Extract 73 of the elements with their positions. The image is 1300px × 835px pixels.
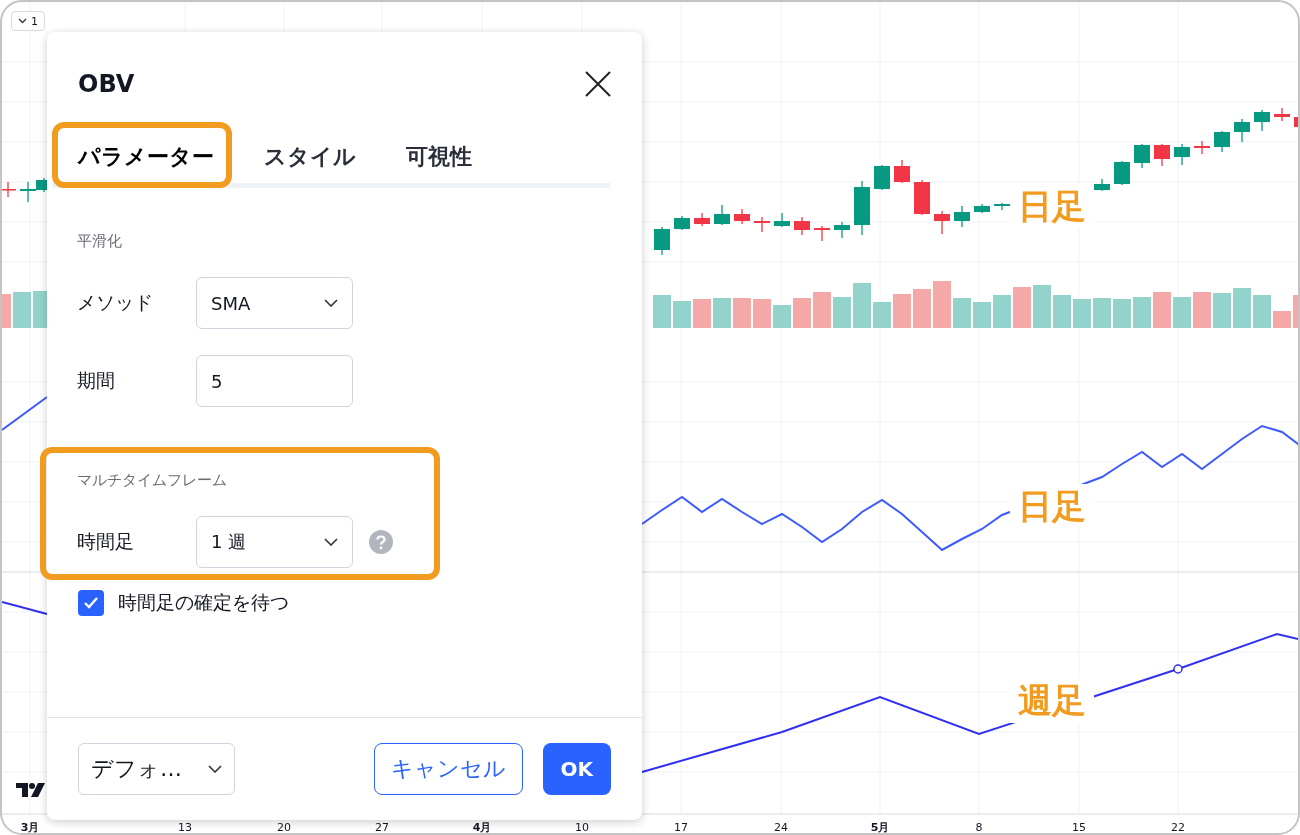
candlestick <box>1194 140 1210 155</box>
timeframe-annotation: 日足 <box>1010 184 1094 229</box>
candlestick <box>994 202 1010 211</box>
chevron-icon <box>324 538 338 546</box>
axis-label: 5月 <box>870 821 890 833</box>
tab[interactable]: 可視性 <box>374 122 490 188</box>
candlestick <box>1154 143 1170 167</box>
cancel-button[interactable]: キャンセル <box>373 743 523 795</box>
logo-icon <box>16 783 45 797</box>
candlestick <box>674 215 690 231</box>
axis-label: 20 <box>277 821 291 833</box>
field-label: 期間 <box>77 368 116 393</box>
tab[interactable]: スタイル <box>232 122 374 188</box>
axis-label: 22 <box>1171 821 1185 833</box>
axis-label: 27 <box>375 821 389 833</box>
candlestick <box>1254 109 1270 132</box>
candlestick <box>734 208 750 225</box>
axis-label: 24 <box>774 821 788 833</box>
dropdown[interactable]: SMA <box>196 277 353 329</box>
axis-label: 8 <box>975 821 983 833</box>
candlestick <box>794 216 810 236</box>
candlestick <box>874 164 890 191</box>
dropdown[interactable]: 1 週 <box>196 516 353 568</box>
candlestick <box>894 159 910 184</box>
chevron-icon <box>18 18 27 24</box>
candlestick <box>814 225 830 242</box>
timeframe-annotation: 週足 <box>1010 678 1094 723</box>
ok-button[interactable]: OK <box>542 743 611 795</box>
candlestick <box>1294 117 1298 127</box>
candlestick <box>1094 178 1110 192</box>
timeframe-annotation: 日足 <box>1010 484 1094 529</box>
candlestick <box>914 179 930 216</box>
axis-label: 10 <box>575 821 589 833</box>
dialog-title: OBV <box>78 70 135 98</box>
data-point-marker <box>1173 664 1183 674</box>
section-heading: 平滑化 <box>77 232 123 251</box>
axis-label: 3月 <box>20 821 40 833</box>
axis-label: 17 <box>674 821 688 833</box>
candlestick <box>714 204 730 226</box>
candlestick <box>754 216 770 233</box>
chevron-icon <box>324 299 338 307</box>
axis-label: 4月 <box>472 821 492 833</box>
candlestick <box>1134 143 1150 169</box>
candlestick <box>934 210 950 235</box>
candlestick <box>20 181 36 203</box>
interval-value: 1 <box>31 14 38 28</box>
candlestick <box>1274 107 1290 122</box>
candlestick <box>774 212 790 228</box>
checkbox[interactable] <box>78 590 104 616</box>
section-heading: マルチタイムフレーム <box>77 471 228 490</box>
interval-button[interactable]: 1 <box>11 11 45 31</box>
candlestick <box>854 180 870 236</box>
field-label: 時間足 <box>77 529 135 554</box>
chevron-icon <box>208 765 222 773</box>
template-dropdown[interactable]: デフォ… <box>78 743 235 795</box>
candlestick <box>1174 143 1190 166</box>
candlestick <box>1114 160 1130 186</box>
candlestick <box>954 205 970 228</box>
candlestick <box>694 212 710 227</box>
close-icon[interactable] <box>584 70 612 98</box>
candlestick <box>974 203 990 214</box>
axis-label: 15 <box>1072 821 1086 833</box>
tab[interactable]: パラメーター <box>52 122 232 188</box>
candlestick <box>1214 130 1230 153</box>
input-field[interactable]: 5 <box>196 355 353 407</box>
axis-label: 13 <box>178 821 192 833</box>
candlestick <box>834 221 850 239</box>
candlestick <box>2 181 16 198</box>
checkmark-icon <box>83 596 99 610</box>
checkbox-label: 時間足の確定を待つ <box>118 590 289 615</box>
field-label: メソッド <box>77 290 154 315</box>
candlestick <box>654 226 670 256</box>
candlestick <box>1234 118 1250 143</box>
